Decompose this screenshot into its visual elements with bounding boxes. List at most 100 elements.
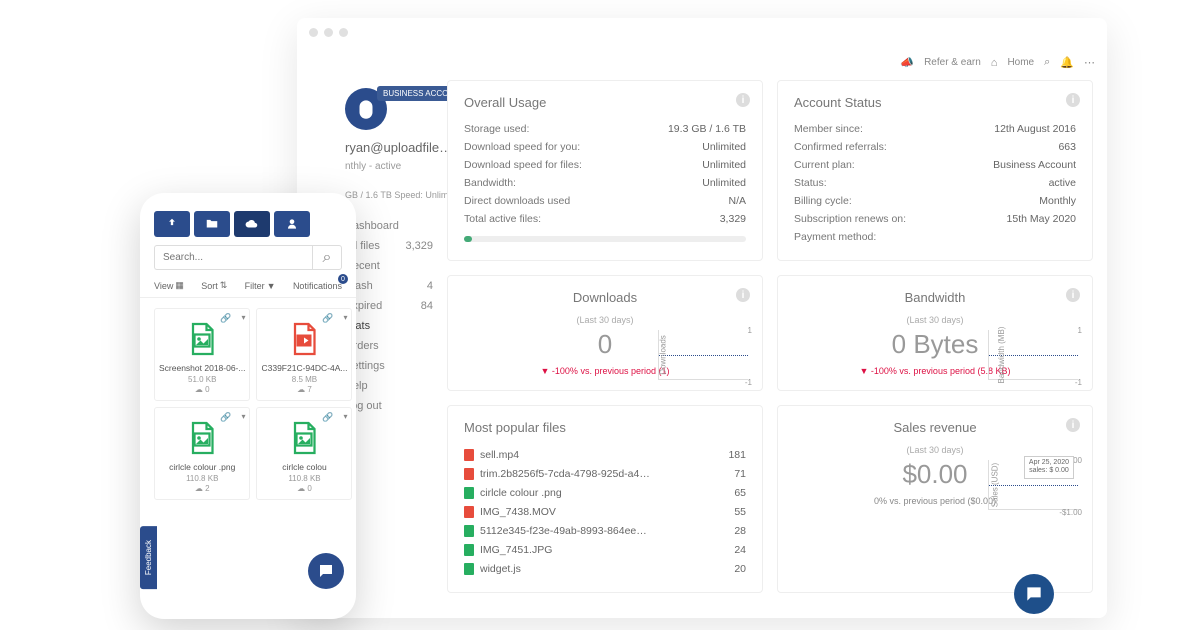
sidebar-item-help[interactable]: Help <box>345 376 433 396</box>
sidebar-item-dashboard[interactable]: Dashboard <box>345 216 433 236</box>
stats-grid: i Overall Usage Storage used:19.3 GB / 1… <box>447 80 1107 618</box>
phone-file-grid: 🔗▾Screenshot 2018-06-...51.0 KB☁ 0🔗▾C339… <box>140 298 356 510</box>
card-subtitle: (Last 30 days) <box>794 445 1076 455</box>
info-icon[interactable]: i <box>736 93 750 107</box>
info-icon[interactable]: i <box>1066 93 1080 107</box>
popular-file-row[interactable]: IMG_7451.JPG24 <box>464 540 746 559</box>
card-subtitle: (Last 30 days) <box>794 315 1076 325</box>
page-chat-bubble[interactable] <box>1014 574 1054 614</box>
sidebar-item-log-out[interactable]: Log out <box>345 396 433 416</box>
user-email: ryan@uploadfiles... <box>345 140 455 155</box>
kv-row: Status:active <box>794 174 1076 192</box>
desktop-window: 📣 Refer & earn ⌂ Home ⌕ 🔔 ⋯ BUSINESS ACC… <box>297 18 1107 618</box>
kv-row: Confirmed referrals:663 <box>794 138 1076 156</box>
bandwidth-chart: 1 -1 Bandwidth (MB) <box>988 330 1078 380</box>
megaphone-icon: 📣 <box>900 56 914 69</box>
card-title: Most popular files <box>464 420 746 435</box>
sales-card: i Sales revenue (Last 30 days) $0.00 0% … <box>777 405 1093 593</box>
bandwidth-card: i Bandwidth (Last 30 days) 0 Bytes ▼ -10… <box>777 275 1093 391</box>
overall-usage-card: i Overall Usage Storage used:19.3 GB / 1… <box>447 80 763 261</box>
account-status-card: i Account Status Member since:12th Augus… <box>777 80 1093 261</box>
bell-icon[interactable]: 🔔 <box>1060 56 1074 69</box>
kv-row: Download speed for files:Unlimited <box>464 156 746 174</box>
sidebar-item-trash[interactable]: Trash4 <box>345 276 433 296</box>
card-title: Bandwidth <box>794 290 1076 305</box>
view-toggle[interactable]: View ▦ <box>154 280 184 291</box>
card-subtitle: (Last 30 days) <box>464 315 746 325</box>
window-controls <box>309 28 348 37</box>
chevron-down-icon[interactable]: ▾ <box>241 313 245 322</box>
plan-status: nthly - active <box>345 161 433 172</box>
kv-row: Subscription renews on:15th May 2020 <box>794 210 1076 228</box>
link-icon[interactable]: 🔗 <box>322 412 333 423</box>
search-button[interactable]: ⌕ <box>312 245 342 270</box>
popular-file-row[interactable]: cirlcle colour .png65 <box>464 483 746 502</box>
info-icon[interactable]: i <box>1066 288 1080 302</box>
file-card[interactable]: 🔗▾Screenshot 2018-06-...51.0 KB☁ 0 <box>154 308 250 401</box>
folder-tab[interactable] <box>194 211 230 237</box>
downloads-card: i Downloads (Last 30 days) 0 ▼ -100% vs.… <box>447 275 763 391</box>
sidebar-item-recent[interactable]: Recent <box>345 256 433 276</box>
chevron-down-icon[interactable]: ▾ <box>343 313 347 322</box>
kv-row: Payment method: <box>794 228 1076 246</box>
chevron-down-icon[interactable]: ▾ <box>343 412 347 421</box>
downloads-chart: 1 -1 Downloads <box>658 330 748 380</box>
chat-bubble[interactable] <box>308 553 344 589</box>
home-link[interactable]: Home <box>1007 57 1034 68</box>
user-tab[interactable] <box>274 211 310 237</box>
info-icon[interactable]: i <box>736 288 750 302</box>
popular-file-row[interactable]: IMG_7438.MOV55 <box>464 502 746 521</box>
sidebar-item-all-files[interactable]: All files3,329 <box>345 236 433 256</box>
storage-line: GB / 1.6 TB Speed: Unlimi... <box>345 190 433 200</box>
kv-row: Download speed for you:Unlimited <box>464 138 746 156</box>
chevron-down-icon[interactable]: ▾ <box>241 412 245 421</box>
file-card[interactable]: 🔗▾cirlcle colou110.8 KB☁ 0 <box>256 407 352 500</box>
refer-link[interactable]: Refer & earn <box>924 57 981 68</box>
link-icon[interactable]: 🔗 <box>322 313 333 324</box>
card-title: Sales revenue <box>794 420 1076 435</box>
phone-toolbar: View ▦ Sort ⇅ Filter ▼ Notifications0 <box>140 270 356 298</box>
kv-row: Member since:12th August 2016 <box>794 120 1076 138</box>
kv-row: Direct downloads usedN/A <box>464 192 746 210</box>
link-icon[interactable]: 🔗 <box>220 412 231 423</box>
home-icon[interactable]: ⌂ <box>991 57 998 69</box>
phone-search: ⌕ <box>154 245 342 270</box>
kv-row: Storage used:19.3 GB / 1.6 TB <box>464 120 746 138</box>
phone-tabs <box>140 193 356 245</box>
sidebar-item-stats[interactable]: Stats <box>345 316 433 336</box>
filter-toggle[interactable]: Filter ▼ <box>245 280 276 291</box>
search-icon[interactable]: ⌕ <box>1044 56 1050 69</box>
search-input[interactable] <box>154 245 312 270</box>
popular-file-row[interactable]: sell.mp4181 <box>464 445 746 464</box>
popular-file-row[interactable]: widget.js20 <box>464 559 746 578</box>
phone-mockup: ⌕ View ▦ Sort ⇅ Filter ▼ Notifications0 … <box>140 193 356 619</box>
sidebar-item-expired[interactable]: Expired84 <box>345 296 433 316</box>
link-icon[interactable]: 🔗 <box>220 313 231 324</box>
file-card[interactable]: 🔗▾C339F21C-94DC-4A...8.5 MB☁ 7 <box>256 308 352 401</box>
popular-file-row[interactable]: trim.2b8256f5-7cda-4798-925d-a428a6...71 <box>464 464 746 483</box>
info-icon[interactable]: i <box>1066 418 1080 432</box>
cloud-tab[interactable] <box>234 211 270 237</box>
sort-toggle[interactable]: Sort ⇅ <box>201 280 227 291</box>
sidebar-item-orders[interactable]: Orders <box>345 336 433 356</box>
upload-tab[interactable] <box>154 211 190 237</box>
kv-row: Current plan:Business Account <box>794 156 1076 174</box>
sidebar-item-settings[interactable]: Settings <box>345 356 433 376</box>
file-card[interactable]: 🔗▾cirlcle colour .png110.8 KB☁ 2 <box>154 407 250 500</box>
chart-tooltip: Apr 25, 2020 sales: $ 0.00 <box>1024 456 1074 479</box>
popular-file-row[interactable]: 5112e345-f23e-49ab-8993-864ee6513d...28 <box>464 521 746 540</box>
card-title: Account Status <box>794 95 1076 110</box>
kv-row: Billing cycle:Monthly <box>794 192 1076 210</box>
sales-chart: $1.00 -$1.00 Sales (USD) Apr 25, 2020 sa… <box>988 460 1078 510</box>
card-title: Overall Usage <box>464 95 746 110</box>
sidebar-nav: DashboardAll files3,329RecentTrash4Expir… <box>345 216 433 416</box>
kv-row: Bandwidth:Unlimited <box>464 174 746 192</box>
storage-progress <box>464 236 746 242</box>
feedback-tab[interactable]: Feedback <box>140 526 157 589</box>
notifications-toggle[interactable]: Notifications0 <box>293 280 342 291</box>
popular-files-card: Most popular files sell.mp4181trim.2b825… <box>447 405 763 593</box>
kv-row: Total active files:3,329 <box>464 210 746 228</box>
more-icon[interactable]: ⋯ <box>1084 56 1095 69</box>
card-title: Downloads <box>464 290 746 305</box>
topbar: 📣 Refer & earn ⌂ Home ⌕ 🔔 ⋯ <box>900 56 1095 69</box>
